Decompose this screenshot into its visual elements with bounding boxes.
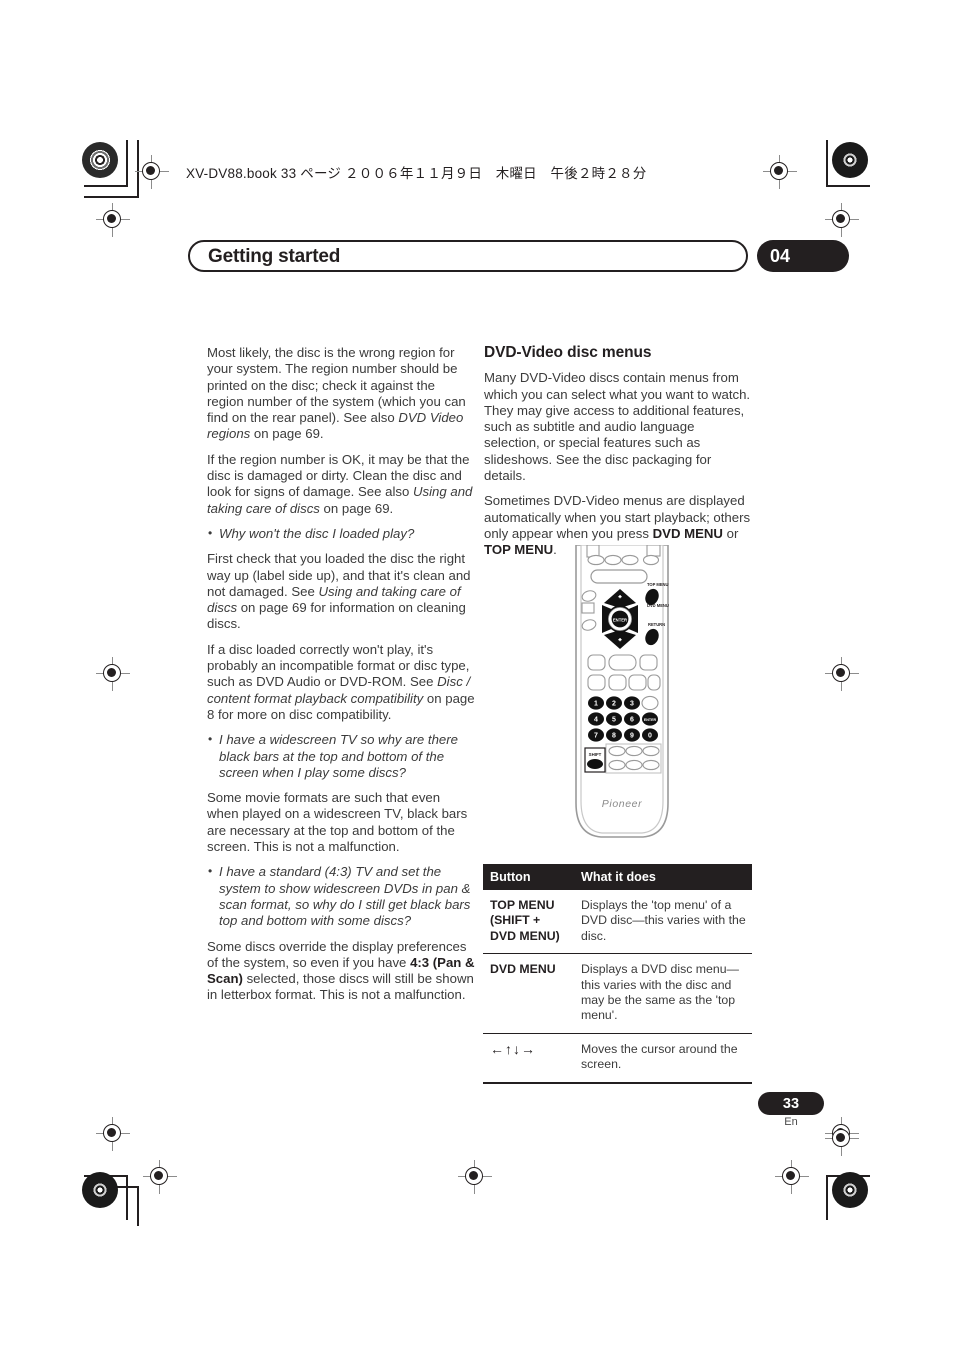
svg-text:ENTER: ENTER — [613, 617, 627, 622]
table-cell-button-cursor-arrows: ←↑↓→ — [483, 1033, 574, 1084]
table-cell-desc-top-menu: Displays the 'top menu' of a DVD disc—th… — [574, 890, 752, 955]
para-text-end: selected, those discs will still be show… — [207, 971, 474, 1003]
crop-mark-top-left — [84, 185, 128, 187]
svg-text:1: 1 — [594, 701, 598, 708]
paragraph-region-wrong: Most likely, the disc is the wrong regio… — [207, 345, 475, 443]
svg-text:0: 0 — [648, 733, 652, 740]
button-function-table: Button What it does TOP MENU (SHIFT + DV… — [483, 864, 752, 1084]
table-row: ←↑↓→ Moves the cursor around the screen. — [483, 1033, 752, 1084]
question-text: I have a widescreen TV so why are there … — [219, 732, 458, 780]
crop-mark-top-right — [826, 185, 870, 187]
registration-mark-left-middle — [96, 657, 130, 691]
calibration-target-bottom-right — [832, 1172, 868, 1208]
registration-mark-left-upper — [96, 203, 130, 237]
paragraph-discs-override: Some discs override the display preferen… — [207, 939, 475, 1004]
calibration-target-top-right — [832, 142, 868, 178]
svg-text:TOP MENU: TOP MENU — [647, 582, 669, 587]
crop-mark-bottom-right-v — [826, 1175, 828, 1220]
chapter-banner: Getting started — [188, 240, 748, 272]
registration-mark-top-right — [763, 155, 797, 189]
paragraph-movie-formats: Some movie formats are such that even wh… — [207, 790, 468, 855]
calibration-target-bottom-left — [82, 1172, 118, 1208]
svg-text:RETURN: RETURN — [648, 622, 665, 627]
registration-mark-bottom-center — [458, 1160, 492, 1194]
table-header-button: Button — [483, 864, 574, 890]
chapter-number-badge: 04 — [757, 240, 849, 272]
remote-control-illustration: ENTER TOP MENU DVD MENU RETURN 1 2 3 4 5… — [556, 545, 688, 840]
section-heading-dvd-video-disc-menus: DVD-Video disc menus — [484, 344, 652, 361]
svg-text:7: 7 — [594, 733, 598, 740]
registration-mark-right-upper — [825, 203, 859, 237]
para-text-mid: or — [722, 525, 739, 541]
paragraph-first-check: First check that you loaded the disc the… — [207, 551, 475, 632]
page-number-badge: 33 — [758, 1092, 824, 1115]
registration-mark-bottom-left — [143, 1160, 177, 1194]
faq-question-pan-scan: I have a standard (4:3) TV and set the s… — [207, 863, 475, 929]
registration-mark-bottom-right — [775, 1160, 809, 1194]
registration-mark-right-middle — [825, 657, 859, 691]
page-language-label: En — [784, 1116, 798, 1128]
crop-mark-top-right-v — [826, 140, 828, 185]
faq-question-widescreen-bars: I have a widescreen TV so why are there … — [207, 731, 475, 781]
svg-text:9: 9 — [630, 733, 634, 740]
table-row: TOP MENU (SHIFT + DVD MENU) Displays the… — [483, 890, 752, 955]
paragraph-incompatible-format: If a disc loaded correctly won't play, i… — [207, 642, 475, 723]
table-cell-button-top-menu: TOP MENU (SHIFT + DVD MENU) — [483, 890, 574, 955]
faq-question-disc-wont-play: Why won't the disc I loaded play? — [207, 525, 475, 542]
table-row: DVD MENU Displays a DVD disc menu—this v… — [483, 953, 752, 1034]
para-text-end: on page 69. — [319, 500, 394, 516]
crop-mark-bottom-left-v — [126, 1175, 128, 1220]
svg-text:DVD MENU: DVD MENU — [647, 603, 669, 608]
para-text-end: on page 69 for information on cleaning d… — [207, 600, 466, 632]
para-text: If a disc loaded correctly won't play, i… — [207, 641, 470, 690]
left-text-column: Most likely, the disc is the wrong regio… — [207, 345, 475, 1013]
table-header-what-it-does: What it does — [574, 864, 752, 890]
para-text-end: on page 69. — [250, 426, 324, 442]
registration-mark-top-left — [135, 155, 169, 189]
svg-text:Pioneer: Pioneer — [602, 798, 642, 810]
question-text: Why won't the disc I loaded play? — [219, 525, 415, 541]
right-text-column: DVD-Video disc menus Many DVD-Video disc… — [484, 344, 752, 568]
svg-text:2: 2 — [612, 701, 616, 708]
svg-text:5: 5 — [612, 717, 616, 724]
svg-text:ENTER: ENTER — [644, 718, 657, 722]
paragraph-many-dvd-discs: Many DVD-Video discs contain menus from … — [484, 370, 751, 484]
svg-text:SHIFT: SHIFT — [589, 752, 602, 757]
para-bold-top-menu: TOP MENU — [484, 542, 554, 558]
svg-text:3: 3 — [630, 701, 634, 708]
crop-mark-top-left-v — [126, 140, 128, 185]
crop-mark-top-left-inner-h — [84, 196, 139, 198]
table-cell-button-dvd-menu: DVD MENU — [483, 953, 574, 1034]
table-cell-desc-dvd-menu: Displays a DVD disc menu—this varies wit… — [574, 953, 752, 1034]
svg-text:4: 4 — [594, 717, 598, 724]
question-text: I have a standard (4:3) TV and set the s… — [219, 864, 471, 929]
registration-mark-left-lower — [96, 1117, 130, 1151]
para-bold-dvd-menu: DVD MENU — [652, 525, 723, 541]
print-header-text: XV-DV88.book 33 ページ ２００６年１１月９日 木曜日 午後２時２… — [186, 166, 647, 181]
table-header-row: Button What it does — [483, 864, 752, 890]
svg-text:6: 6 — [630, 717, 634, 724]
paragraph-region-ok: If the region number is OK, it may be th… — [207, 452, 475, 517]
table-cell-desc-cursor-arrows: Moves the cursor around the screen. — [574, 1033, 752, 1084]
crop-mark-bottom-left-inner-v — [137, 1186, 139, 1226]
calibration-target-top-left — [82, 142, 118, 178]
page-title: Getting started — [208, 246, 341, 267]
svg-text:8: 8 — [612, 733, 616, 740]
